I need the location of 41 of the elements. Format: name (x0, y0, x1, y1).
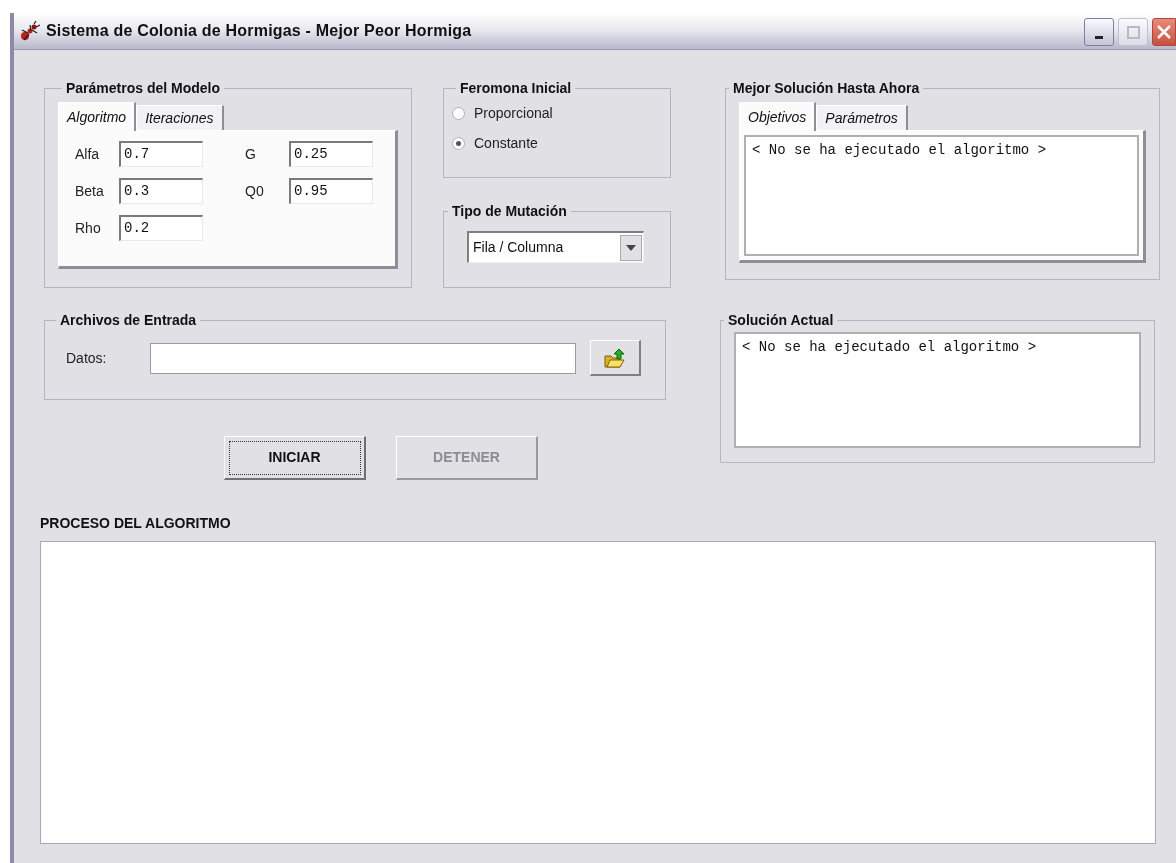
field-label: Datos: (66, 348, 108, 368)
group-title: Feromona Inicial (459, 79, 573, 98)
input-field[interactable]: 0.2 (119, 215, 203, 241)
tab[interactable]: Parámetros (816, 105, 908, 130)
tab[interactable]: Iteraciones (136, 105, 224, 130)
dropdown-value: Fila / Columna (472, 238, 564, 257)
caret-icon (626, 244, 636, 251)
text-area[interactable]: < No se ha ejecutado el algoritmo > (744, 135, 1139, 256)
radio-label: Proporcional (474, 104, 553, 123)
close-button[interactable] (1152, 18, 1176, 46)
group-title: Mejor Solución Hasta Ahora (732, 79, 921, 98)
field-label: Q0 (245, 181, 265, 201)
radio-button[interactable] (452, 107, 465, 120)
field-label: Alfa (75, 144, 101, 164)
ant-icon (20, 21, 40, 41)
close-icon (1156, 24, 1172, 40)
field-label: Rho (75, 218, 102, 238)
dropdown-arrow-button[interactable] (620, 234, 642, 261)
group-title: Parámetros del Modelo (65, 79, 222, 98)
action-button[interactable]: INICIAR (224, 436, 366, 480)
mutation-dropdown[interactable]: Fila / Columna (467, 231, 644, 263)
group-title: Tipo de Mutación (451, 202, 568, 221)
text-area[interactable]: < No se ha ejecutado el algoritmo > (734, 332, 1141, 448)
input-field[interactable]: 0.25 (289, 141, 373, 167)
section-title: PROCESO DEL ALGORITMO (40, 514, 232, 533)
group-title: Archivos de Entrada (59, 311, 198, 330)
input-field[interactable]: 0.3 (119, 178, 203, 204)
field-label: G (245, 144, 257, 164)
data-file-field[interactable] (150, 342, 576, 374)
minimize-button[interactable] (1084, 18, 1114, 46)
group-title: Solución Actual (727, 311, 835, 330)
radio-button[interactable] (452, 137, 465, 150)
open-file-button[interactable] (590, 340, 641, 376)
input-field[interactable]: 0.7 (119, 141, 203, 167)
tab[interactable]: Algoritmo (58, 102, 137, 131)
folder-arrow-icon (604, 347, 626, 368)
window-title: Sistema de Colonia de Hormigas - Mejor Peor Hormiga (46, 21, 472, 41)
input-field[interactable]: 0.95 (289, 178, 373, 204)
radio-label: Constante (474, 134, 538, 153)
field-label: Beta (75, 181, 105, 201)
tab[interactable]: Objetivos (739, 102, 817, 131)
